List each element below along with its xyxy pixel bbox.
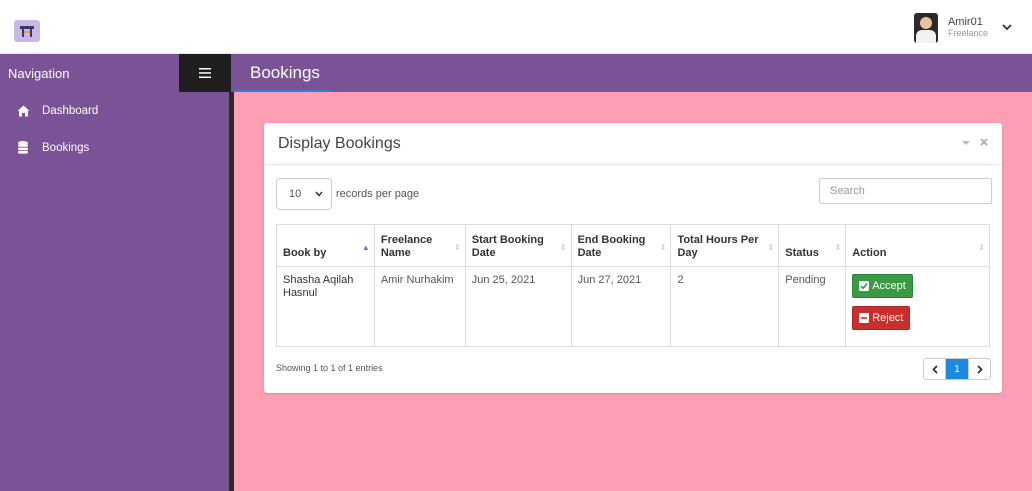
records-per-page-label: records per page — [336, 188, 420, 200]
column-header-book-by[interactable]: Book by ▲ — [276, 224, 375, 267]
sort-icon: ⇕ — [659, 243, 667, 252]
check-square-icon — [859, 281, 870, 291]
sort-icon: ⇕ — [978, 243, 985, 252]
chevron-down-icon — [315, 191, 323, 197]
user-name: Amir01 — [947, 16, 983, 28]
chevron-left-icon — [931, 364, 938, 374]
pagination-page-1[interactable]: 1 — [946, 359, 968, 379]
cell-freelance-name: Amir Nurhakim — [373, 266, 466, 347]
column-header-action[interactable]: Action ⇕ — [845, 224, 990, 267]
panel-title: Display Bookings — [278, 135, 401, 152]
page-header: Bookings — [231, 54, 1032, 93]
hamburger-icon — [199, 68, 211, 78]
cell-status: Pending — [778, 266, 847, 347]
pagination-prev-button[interactable] — [924, 359, 946, 379]
user-menu[interactable]: Amir01 Freelance — [913, 12, 1012, 44]
sort-icon: ⇕ — [559, 243, 567, 252]
table-info: Showing 1 to 1 of 1 entries — [276, 363, 383, 373]
top-bar: Amir01 Freelance — [0, 0, 1032, 54]
page-title: Bookings — [250, 63, 320, 82]
cell-start-date: Jun 25, 2021 — [464, 266, 572, 347]
sidebar-item-label: Bookings — [42, 141, 90, 154]
sidebar-item-dashboard[interactable]: Dashboard — [0, 92, 231, 129]
home-icon — [12, 105, 34, 117]
pagination: 1 — [923, 358, 991, 380]
sidebar-item-label: Dashboard — [42, 104, 99, 117]
records-per-page-value: 10 — [289, 188, 302, 200]
sort-asc-icon: ▲ — [361, 243, 370, 252]
close-icon[interactable] — [980, 137, 988, 149]
database-icon — [12, 141, 34, 154]
accept-button[interactable]: Accept — [852, 274, 913, 298]
sort-icon: ⇕ — [454, 243, 461, 252]
chevron-right-icon — [976, 364, 983, 374]
sort-icon: ⇕ — [767, 243, 775, 252]
bookings-table: Book by ▲ Freelance Name ⇕ Start Booking D… — [276, 224, 990, 347]
bookings-panel: Display Bookings 10 records per page Sea… — [264, 123, 1002, 393]
sidebar-item-bookings[interactable]: Bookings — [0, 129, 231, 166]
menu-toggle-button[interactable] — [179, 54, 231, 92]
sidebar: Navigation Dashboard Bookings — [0, 54, 231, 491]
column-header-start-date[interactable]: Start Booking Date ⇕ — [464, 224, 572, 267]
minus-square-icon — [859, 313, 870, 323]
search-input[interactable] — [819, 178, 992, 204]
user-role: Freelance — [947, 28, 988, 38]
brand-logo[interactable] — [14, 20, 40, 42]
records-per-page-select[interactable]: 10 — [276, 178, 332, 210]
cell-end-date: Jun 27, 2021 — [570, 266, 672, 347]
column-header-status[interactable]: Status ⇕ — [778, 224, 847, 267]
collapse-icon[interactable] — [962, 137, 970, 149]
chevron-down-icon[interactable] — [1002, 22, 1012, 34]
column-header-end-date[interactable]: End Booking Date ⇕ — [570, 224, 672, 267]
main-content: Display Bookings 10 records per page Sea… — [234, 92, 1032, 491]
reject-button[interactable]: Reject — [852, 306, 911, 330]
logo-icon — [20, 26, 34, 37]
sort-icon: ⇕ — [834, 243, 842, 252]
pagination-next-button[interactable] — [968, 359, 990, 379]
reject-label: Reject — [872, 311, 904, 324]
column-header-freelance-name[interactable]: Freelance Name ⇕ — [373, 224, 466, 267]
cell-hours: 2 — [670, 266, 780, 347]
cell-action: Accept Reject — [845, 266, 990, 347]
accept-label: Accept — [872, 279, 906, 292]
table-row: Shasha Aqilah Hasnul Amir Nurhakim Jun 2… — [276, 266, 990, 347]
cell-book-by: Shasha Aqilah Hasnul — [276, 266, 375, 347]
sidebar-title: Navigation — [8, 65, 70, 81]
column-header-hours[interactable]: Total Hours Per Day ⇕ — [670, 224, 780, 267]
avatar — [913, 13, 938, 43]
